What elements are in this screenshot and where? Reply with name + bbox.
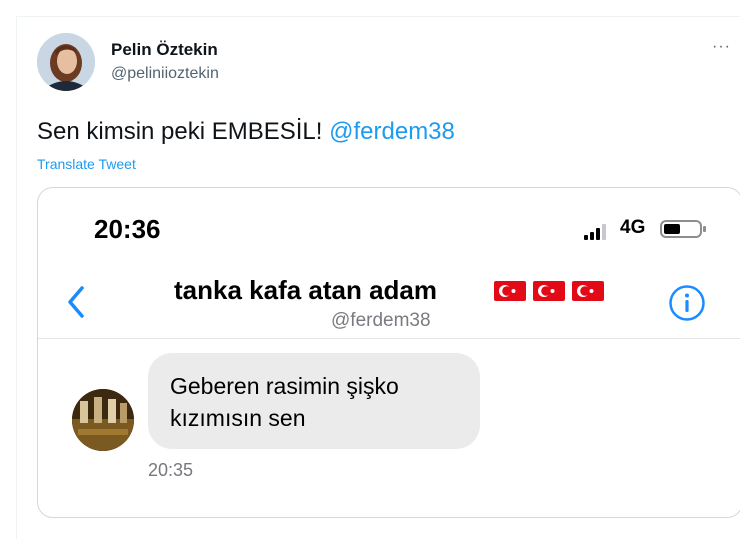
author-avatar-image — [37, 33, 95, 91]
translate-tweet-link[interactable]: Translate Tweet — [37, 156, 136, 172]
more-options-button[interactable]: ··· — [712, 38, 738, 58]
chat-header-divider — [38, 338, 740, 339]
tweet-body-text: Sen kimsin peki EMBESİL! — [37, 118, 330, 145]
author-handle[interactable]: @peliniioztekin — [111, 65, 219, 83]
network-type: 4G — [620, 217, 646, 238]
sender-avatar-image — [72, 389, 134, 451]
message-time: 20:35 — [148, 460, 194, 480]
author-display-name[interactable]: Pelin Öztekin — [111, 40, 218, 60]
tweet-left-border — [16, 16, 17, 539]
status-time: 20:36 — [94, 214, 161, 244]
tweet-text: Sen kimsin peki EMBESİL! @ferdem38 — [37, 118, 455, 146]
attached-screenshot[interactable]: 20:36 4G tanka kafa atan adam @ferdem38 — [37, 187, 740, 518]
tweet-top-border — [16, 16, 740, 17]
battery-icon — [660, 220, 706, 238]
phone-status-bar: 20:36 4G — [38, 188, 740, 268]
turkey-flag-icon — [494, 281, 604, 301]
more-horizontal-icon: ··· — [712, 38, 731, 55]
chevron-left-icon[interactable] — [64, 284, 90, 320]
cellular-signal-icon — [584, 224, 606, 240]
info-circle-icon[interactable] — [668, 284, 706, 322]
tweet-mention-link[interactable]: @ferdem38 — [329, 118, 455, 145]
author-avatar[interactable] — [37, 33, 95, 91]
sender-avatar — [72, 389, 134, 451]
chat-contact-handle: @ferdem38 — [331, 310, 431, 331]
chat-contact-name: tanka kafa atan adam — [174, 275, 438, 305]
message-text: Geberen rasimin şişko kızımısın sen — [170, 373, 399, 431]
message-bubble: Geberen rasimin şişko kızımısın sen — [148, 353, 480, 449]
